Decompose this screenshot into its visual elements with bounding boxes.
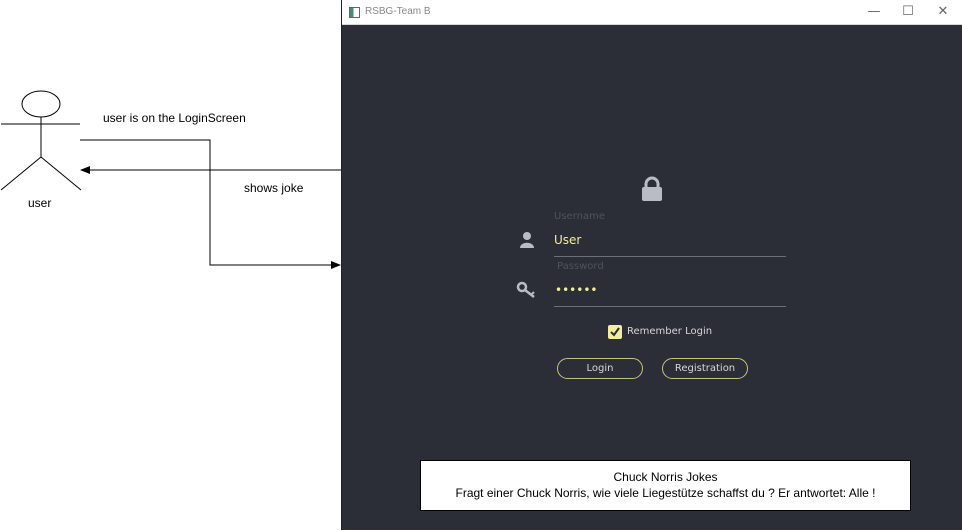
joke-box: Chuck Norris Jokes Fragt einer Chuck Nor… bbox=[420, 460, 911, 511]
remember-login-label: Remember Login bbox=[627, 326, 713, 337]
app-icon bbox=[349, 7, 360, 18]
minimize-button[interactable]: — bbox=[859, 2, 889, 22]
arrow-to-app-label: user is on the LoginScreen bbox=[103, 111, 246, 125]
registration-button[interactable]: Registration bbox=[662, 358, 748, 379]
maximize-button[interactable]: ☐ bbox=[893, 2, 923, 22]
lock-icon bbox=[642, 176, 662, 201]
actor-right-leg bbox=[40, 156, 82, 191]
app-window: RSBG-Team B — ☐ ✕ Username User Password… bbox=[341, 0, 962, 530]
close-button[interactable]: ✕ bbox=[928, 2, 958, 22]
password-input[interactable]: •••••• bbox=[555, 283, 597, 297]
username-underline bbox=[554, 256, 786, 257]
password-label: Password bbox=[557, 261, 604, 272]
actor-head bbox=[21, 90, 61, 118]
login-button[interactable]: Login bbox=[557, 358, 643, 379]
username-label: Username bbox=[554, 211, 605, 222]
checkmark-icon bbox=[610, 327, 620, 337]
username-input[interactable]: User bbox=[554, 233, 581, 247]
actor-label: user bbox=[28, 196, 52, 210]
joke-title: Chuck Norris Jokes bbox=[613, 470, 718, 484]
joke-text: Fragt einer Chuck Norris, wie viele Lieg… bbox=[455, 486, 876, 500]
key-icon bbox=[516, 281, 535, 298]
stick-figure-actor bbox=[0, 90, 82, 191]
arrow-user-to-app bbox=[80, 139, 341, 269]
arrow-from-app-label: shows joke bbox=[244, 181, 304, 195]
window-title: RSBG-Team B bbox=[365, 6, 431, 17]
password-underline bbox=[554, 306, 786, 307]
window-titlebar: RSBG-Team B — ☐ ✕ bbox=[342, 0, 962, 25]
user-icon bbox=[520, 232, 534, 248]
remember-login-checkbox[interactable] bbox=[608, 325, 622, 339]
actor-left-leg bbox=[0, 156, 42, 191]
